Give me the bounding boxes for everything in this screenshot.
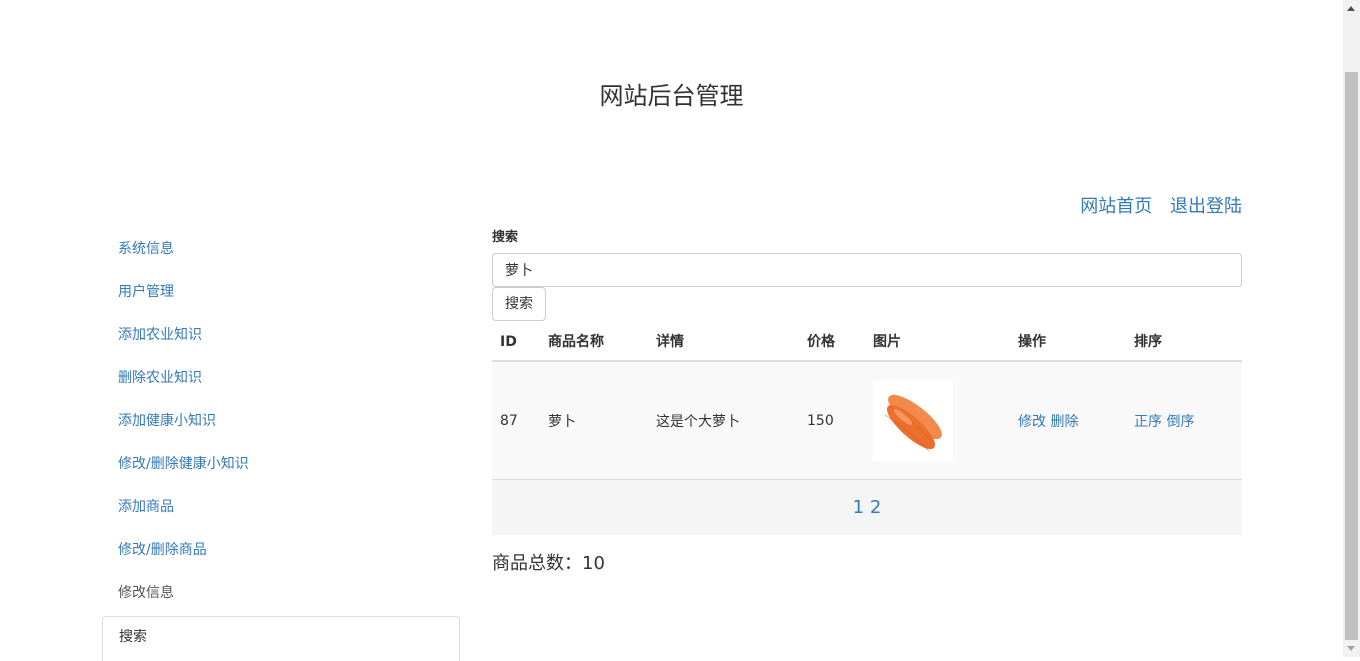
scroll-up-arrow-icon[interactable] — [1347, 6, 1355, 11]
sidebar-item-edit-health-tip[interactable]: 修改/删除健康小知识 — [102, 443, 460, 486]
sidebar-item-add-product[interactable]: 添加商品 — [102, 486, 460, 529]
product-total: 商品总数：10 — [492, 551, 1242, 577]
carrot-image — [873, 380, 953, 461]
table-row: 87 萝卜 这是个大萝卜 150 修改 删除 正序 倒序 — [492, 361, 1242, 480]
cell-id: 87 — [492, 361, 540, 480]
scroll-down-arrow-icon[interactable] — [1347, 646, 1355, 651]
cell-actions: 修改 删除 — [1010, 361, 1126, 480]
sort-asc-link[interactable]: 正序 — [1134, 414, 1162, 430]
cell-sort: 正序 倒序 — [1126, 361, 1242, 480]
sidebar-item-delete-agri-knowledge[interactable]: 删除农业知识 — [102, 357, 460, 400]
vertical-scrollbar[interactable] — [1343, 0, 1360, 657]
column-header-detail: 详情 — [648, 324, 799, 362]
main-content: 搜索 搜索 ID 商品名称 详情 价格 图片 操作 排序 87 萝卜 这是个大萝… — [492, 228, 1242, 577]
pagination-row: 1 2 — [492, 479, 1242, 535]
page-title: 网站后台管理 — [599, 82, 744, 110]
column-header-id: ID — [492, 324, 540, 362]
page-link-2[interactable]: 2 — [870, 497, 881, 518]
logout-link[interactable]: 退出登陆 — [1170, 196, 1242, 217]
top-links: 网站首页 退出登陆 — [1068, 194, 1242, 220]
sidebar-item-edit-info[interactable]: 修改信息 — [102, 572, 460, 615]
column-header-sort: 排序 — [1126, 324, 1242, 362]
pagination: 1 2 — [492, 479, 1242, 535]
column-header-image: 图片 — [865, 324, 1010, 362]
sidebar-item-add-agri-knowledge[interactable]: 添加农业知识 — [102, 314, 460, 357]
sidebar-item-system-info[interactable]: 系统信息 — [102, 228, 460, 271]
column-header-name: 商品名称 — [540, 324, 648, 362]
product-total-value: 10 — [582, 553, 605, 574]
sort-desc-link[interactable]: 倒序 — [1166, 414, 1194, 430]
search-button[interactable]: 搜索 — [492, 287, 546, 321]
search-label: 搜索 — [492, 230, 519, 245]
sidebar-item-search[interactable]: 搜索 — [102, 616, 460, 661]
page-link-1[interactable]: 1 — [853, 497, 864, 518]
sidebar-item-user-management[interactable]: 用户管理 — [102, 271, 460, 314]
delete-link[interactable]: 删除 — [1050, 414, 1078, 430]
scrollbar-thumb[interactable] — [1345, 72, 1358, 640]
table-header-row: ID 商品名称 详情 价格 图片 操作 排序 — [492, 324, 1242, 362]
cell-detail: 这是个大萝卜 — [648, 361, 799, 480]
cell-name: 萝卜 — [540, 361, 648, 480]
sidebar-nav: 系统信息 用户管理 添加农业知识 删除农业知识 添加健康小知识 修改/删除健康小… — [102, 228, 460, 661]
product-total-label: 商品总数： — [492, 553, 582, 574]
cell-image — [865, 361, 1010, 480]
sidebar-item-add-health-tip[interactable]: 添加健康小知识 — [102, 400, 460, 443]
column-header-actions: 操作 — [1010, 324, 1126, 362]
search-input[interactable] — [492, 253, 1242, 287]
results-table: ID 商品名称 详情 价格 图片 操作 排序 87 萝卜 这是个大萝卜 150 — [492, 324, 1242, 535]
home-link[interactable]: 网站首页 — [1080, 196, 1152, 217]
sidebar-item-edit-product[interactable]: 修改/删除商品 — [102, 529, 460, 572]
edit-link[interactable]: 修改 — [1018, 414, 1046, 430]
column-header-price: 价格 — [799, 324, 865, 362]
cell-price: 150 — [799, 361, 865, 480]
